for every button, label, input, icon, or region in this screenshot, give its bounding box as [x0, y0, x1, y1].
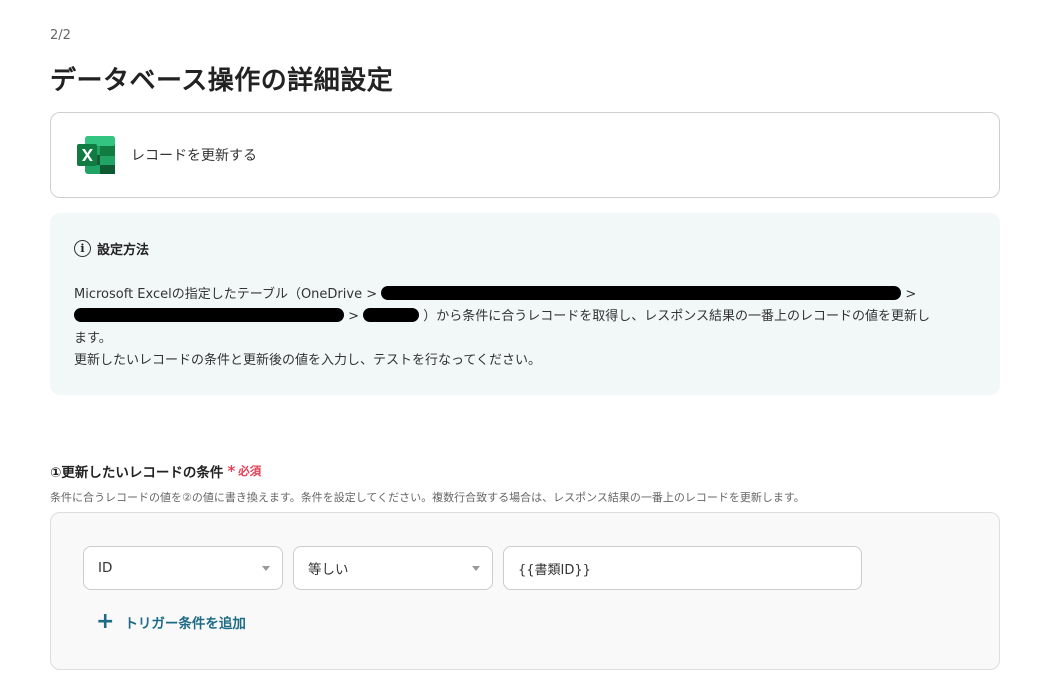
info-line-2: > ）から条件に合うレコードを取得し、レスポンス結果の一番上のレコードの値を更新…	[74, 306, 976, 328]
condition-value-input[interactable]	[503, 546, 862, 590]
plus-icon: +	[96, 609, 115, 634]
action-card[interactable]: レコードを更新する	[50, 112, 1000, 198]
chevron-down-icon	[472, 566, 480, 571]
field-select[interactable]: ID	[83, 546, 283, 590]
info-box: i 設定方法 Microsoft Excelの指定したテーブル（OneDrive…	[50, 213, 1000, 395]
required-asterisk-icon: *	[227, 462, 236, 480]
condition-description: 条件に合うレコードの値を②の値に書き換えます。条件を設定してください。複数行合致…	[50, 491, 805, 504]
info-heading: i 設定方法	[74, 239, 976, 258]
condition-panel: ID 等しい + トリガー条件を追加	[50, 512, 1000, 670]
info-line-3: ます。	[74, 331, 112, 346]
page-title: データベース操作の詳細設定	[50, 66, 394, 96]
required-label: 必須	[238, 464, 262, 478]
redacted-text	[363, 308, 420, 322]
action-label: レコードを更新する	[131, 148, 257, 164]
info-circle-icon: i	[74, 240, 91, 257]
excel-icon	[75, 134, 117, 176]
info-body: Microsoft Excelの指定したテーブル（OneDrive > > > …	[74, 284, 976, 372]
operator-select[interactable]: 等しい	[293, 546, 493, 590]
redacted-text	[381, 286, 902, 300]
add-trigger-condition-button[interactable]: + トリガー条件を追加	[96, 611, 246, 633]
condition-section-title: ①更新したいレコードの条件 * 必須	[50, 462, 262, 481]
info-heading-text: 設定方法	[97, 243, 150, 258]
info-line-4: 更新したいレコードの条件と更新後の値を入力し、テストを行なってください。	[74, 353, 541, 368]
info-line-1: Microsoft Excelの指定したテーブル（OneDrive > >	[74, 286, 917, 302]
step-indicator: 2/2	[50, 28, 71, 43]
chevron-down-icon	[262, 566, 270, 571]
redacted-text	[74, 308, 344, 322]
